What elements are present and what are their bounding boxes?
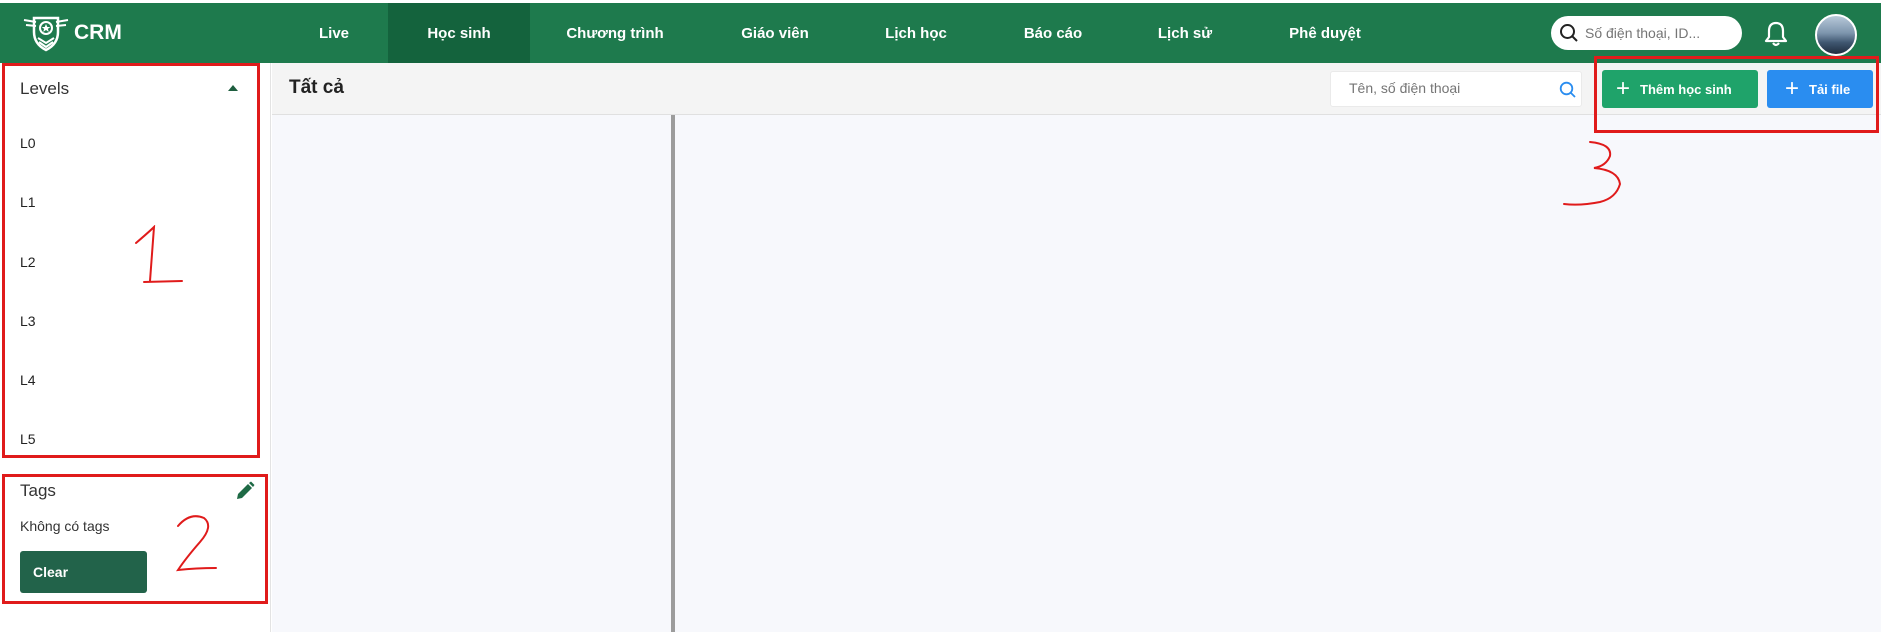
global-search-input[interactable] [1585, 25, 1735, 41]
annotation-box-3 [1594, 56, 1879, 133]
page: CRM Live Học sinh Chương trình Giáo viên… [0, 0, 1881, 632]
student-list-pane [272, 115, 675, 632]
nav-item-chuong-trinh[interactable]: Chương trình [550, 3, 680, 63]
nav-item-hoc-sinh[interactable]: Học sinh [388, 3, 530, 63]
user-avatar[interactable] [1815, 14, 1857, 56]
top-navbar: CRM Live Học sinh Chương trình Giáo viên… [0, 3, 1881, 63]
main-content: Tất cả + Thêm học sinh + Tải file [272, 63, 1881, 632]
search-icon[interactable] [1559, 81, 1577, 99]
nav-item-phe-duyet[interactable]: Phê duyệt [1277, 3, 1373, 63]
nav-item-giao-vien[interactable]: Giáo viên [725, 3, 825, 63]
annotation-number-3 [1563, 141, 1622, 206]
search-icon [1560, 24, 1578, 42]
annotation-number-1 [135, 225, 183, 283]
logo-emblem-icon [23, 16, 69, 52]
bell-icon[interactable] [1763, 20, 1789, 48]
logo[interactable]: CRM [22, 13, 122, 53]
page-title: Tất cả [289, 77, 344, 98]
annotation-box-2 [2, 474, 268, 604]
global-search[interactable] [1551, 16, 1742, 50]
annotation-number-2 [175, 515, 217, 572]
nav-item-lich-su[interactable]: Lịch sử [1140, 3, 1230, 63]
student-search[interactable] [1330, 71, 1582, 107]
nav-item-lich-hoc[interactable]: Lịch học [868, 3, 964, 63]
student-search-input[interactable] [1349, 80, 1549, 96]
nav-item-live[interactable]: Live [300, 3, 368, 63]
logo-text: CRM [74, 21, 122, 44]
nav-item-bao-cao[interactable]: Báo cáo [1005, 3, 1101, 63]
